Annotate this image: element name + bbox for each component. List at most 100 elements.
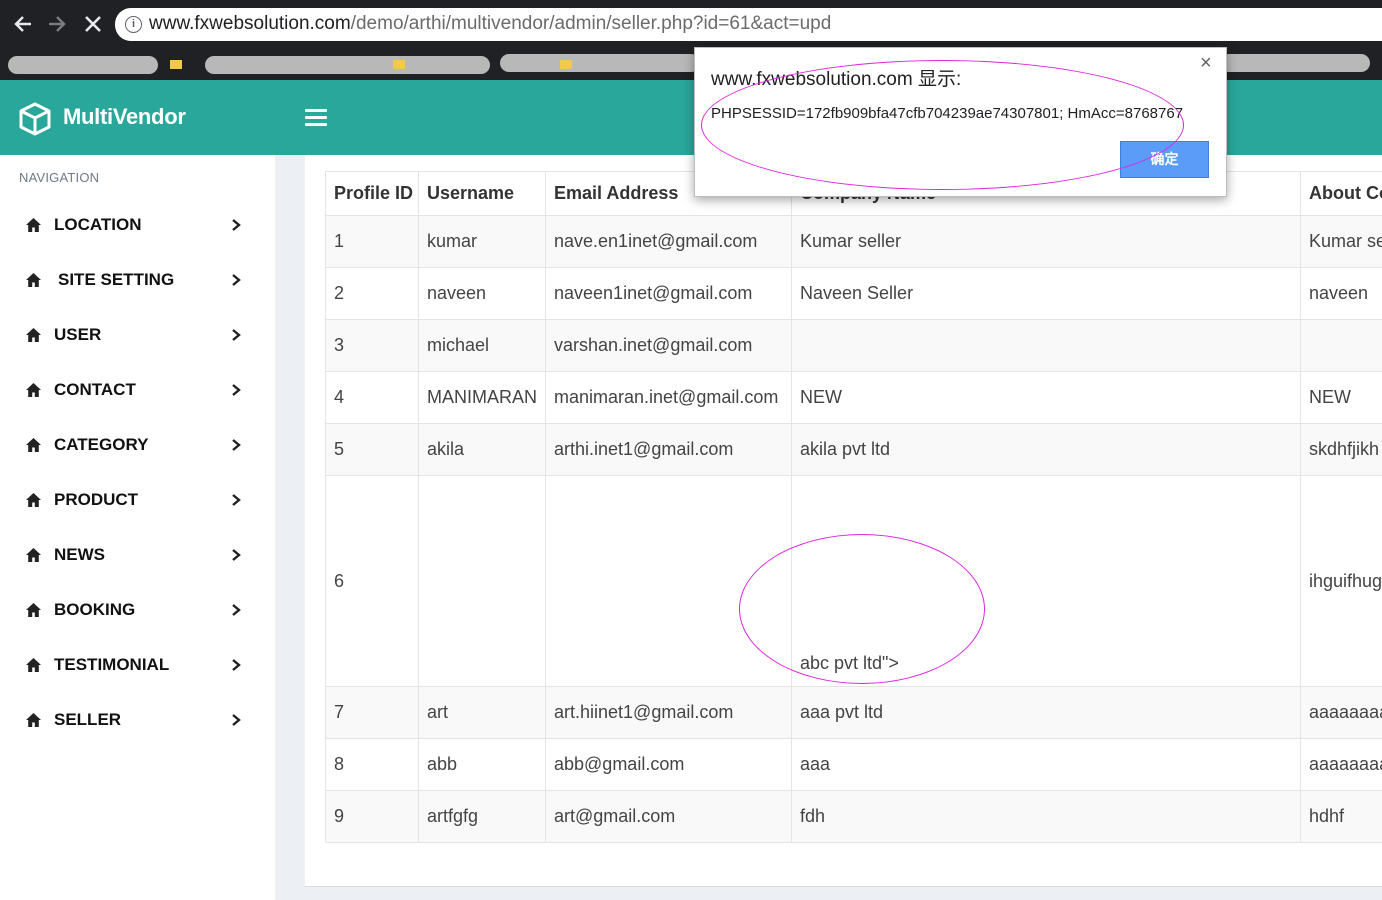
home-icon xyxy=(26,328,41,342)
table-cell: aaa pvt ltd xyxy=(791,686,1301,739)
bookmark-folder-icon[interactable] xyxy=(560,60,572,69)
home-icon xyxy=(26,603,41,617)
table-cell: NEW xyxy=(1300,371,1382,424)
browser-toolbar: i www.fxwebsolution.com/demo/arthi/multi… xyxy=(0,0,1382,48)
table-cell: art.hiinet1@gmail.com xyxy=(545,686,792,739)
table-row[interactable]: 1 kumar nave.en1inet@gmail.com Kumar seller… xyxy=(325,215,1382,268)
ok-button[interactable]: 确定 xyxy=(1120,141,1209,178)
sidebar-item-product[interactable]: PRODUCT xyxy=(0,482,275,522)
table-row[interactable]: 4 MANIMARAN manimaran.inet@gmail.com NEW NEW xyxy=(325,371,1382,424)
table-cell: Kumar se xyxy=(1300,215,1382,268)
redaction-smear xyxy=(1220,54,1370,72)
table-cell: Kumar seller xyxy=(791,215,1301,268)
table-row[interactable]: 2 naveen naveen1inet@gmail.com Naveen Selle… xyxy=(325,267,1382,320)
seller-table: Profile ID Username Email Address Compan… xyxy=(325,171,1382,843)
address-bar[interactable]: i www.fxwebsolution.com/demo/arthi/multi… xyxy=(115,8,1382,41)
table-row[interactable]: 5 akila arthi.inet1@gmail.com akila pvt ltd… xyxy=(325,423,1382,476)
sidebar-item-testimonial[interactable]: TESTIMONIAL xyxy=(0,647,275,687)
sidebar-item-label: CATEGORY xyxy=(54,435,149,454)
column-header[interactable]: About Co xyxy=(1300,171,1382,216)
table-cell xyxy=(545,475,792,687)
sidebar-item-category[interactable]: CATEGORY xyxy=(0,427,275,467)
table-row[interactable]: 7 art art.hiinet1@gmail.com aaa pvt ltd aaaa… xyxy=(325,686,1382,739)
table-cell: naveen xyxy=(1300,267,1382,320)
home-icon xyxy=(26,438,41,452)
home-icon xyxy=(26,218,41,232)
sidebar-item-label: LOCATION xyxy=(54,215,142,234)
table-cell xyxy=(791,319,1301,372)
table-cell: abc pvt ltd"> xyxy=(791,475,1301,687)
table-cell: aaa xyxy=(791,738,1301,791)
chevron-right-icon xyxy=(232,274,241,286)
table-row[interactable]: 9 artfgfg art@gmail.com fdh hdhf xyxy=(325,790,1382,843)
home-icon xyxy=(26,273,41,287)
table-row[interactable]: 8 abb abb@gmail.com aaa aaaaaaaa xyxy=(325,738,1382,791)
table-cell: 4 xyxy=(325,371,419,424)
sidebar-item-seller[interactable]: SELLER xyxy=(0,702,275,742)
table-cell: 3 xyxy=(325,319,419,372)
sidebar-item-label: USER xyxy=(54,325,102,344)
nav-heading: NAVIGATION xyxy=(19,170,100,185)
sidebar-item-user[interactable]: USER xyxy=(0,317,275,357)
stop-loading-button[interactable] xyxy=(78,8,108,40)
table-cell: Naveen Seller xyxy=(791,267,1301,320)
table-cell: abb xyxy=(418,738,546,791)
close-icon[interactable]: × xyxy=(1200,52,1212,75)
site-info-icon[interactable]: i xyxy=(125,16,142,33)
column-header[interactable]: Username xyxy=(418,171,546,216)
table-cell: ihguifhug xyxy=(1300,475,1382,687)
table-cell: varshan.inet@gmail.com xyxy=(545,319,792,372)
sidebar-item-label: NEWS xyxy=(54,545,105,564)
table-cell: arthi.inet1@gmail.com xyxy=(545,423,792,476)
close-icon xyxy=(85,16,101,32)
column-header[interactable]: Profile ID xyxy=(325,171,419,216)
table-row[interactable]: 3 michael varshan.inet@gmail.com xyxy=(325,319,1382,372)
table-cell: aaaaaaaa xyxy=(1300,686,1382,739)
table-cell: aaaaaaaa xyxy=(1300,738,1382,791)
forward-button[interactable] xyxy=(42,8,72,40)
sidebar-item-booking[interactable]: BOOKING xyxy=(0,592,275,632)
table-cell: MANIMARAN xyxy=(418,371,546,424)
arrow-right-icon xyxy=(49,16,66,32)
bookmark-folder-icon[interactable] xyxy=(170,60,182,69)
sidebar-item-label: PRODUCT xyxy=(54,490,139,509)
redaction-smear xyxy=(500,54,700,72)
sidebar-item-location[interactable]: LOCATION xyxy=(0,207,275,247)
home-icon xyxy=(26,493,41,507)
chevron-right-icon xyxy=(232,604,241,616)
table-cell: art xyxy=(418,686,546,739)
url-text: www.fxwebsolution.com/demo/arthi/multive… xyxy=(149,13,832,34)
sidebar-item-news[interactable]: NEWS xyxy=(0,537,275,577)
chevron-right-icon xyxy=(232,659,241,671)
table-cell: art@gmail.com xyxy=(545,790,792,843)
table-row[interactable]: 6 abc pvt ltd"> ihguifhug xyxy=(325,475,1382,687)
table-cell: hdhf xyxy=(1300,790,1382,843)
brand-name[interactable]: MultiVendor xyxy=(63,104,186,130)
chevron-right-icon xyxy=(232,494,241,506)
sidebar-item-site-setting[interactable]: SITE SETTING xyxy=(0,262,275,302)
table-cell: abb@gmail.com xyxy=(545,738,792,791)
sidebar-item-contact[interactable]: CONTACT xyxy=(0,372,275,412)
chevron-right-icon xyxy=(232,439,241,451)
seller-table-wrapper: Profile ID Username Email Address Compan… xyxy=(325,171,1382,843)
home-icon xyxy=(26,383,41,397)
dialog-message: PHPSESSID=172fb909bfa47cfb704239ae743078… xyxy=(711,105,1184,122)
table-cell: naveen xyxy=(418,267,546,320)
table-cell: akila pvt ltd xyxy=(791,423,1301,476)
table-cell: 2 xyxy=(325,267,419,320)
redaction-smear xyxy=(8,56,158,74)
bookmark-folder-icon[interactable] xyxy=(393,60,405,69)
arrow-left-icon xyxy=(14,16,31,32)
table-cell: michael xyxy=(418,319,546,372)
table-cell: akila xyxy=(418,423,546,476)
table-cell: nave.en1inet@gmail.com xyxy=(545,215,792,268)
sidebar-item-label: SELLER xyxy=(54,710,122,729)
table-cell: NEW xyxy=(791,371,1301,424)
home-icon xyxy=(26,548,41,562)
home-icon xyxy=(26,713,41,727)
table-cell: 6 xyxy=(325,475,419,687)
back-button[interactable] xyxy=(8,8,38,40)
table-cell: fdh xyxy=(791,790,1301,843)
dialog-title: www.fxwebsolution.com 显示: xyxy=(711,69,962,90)
menu-toggle-button[interactable] xyxy=(305,109,327,127)
